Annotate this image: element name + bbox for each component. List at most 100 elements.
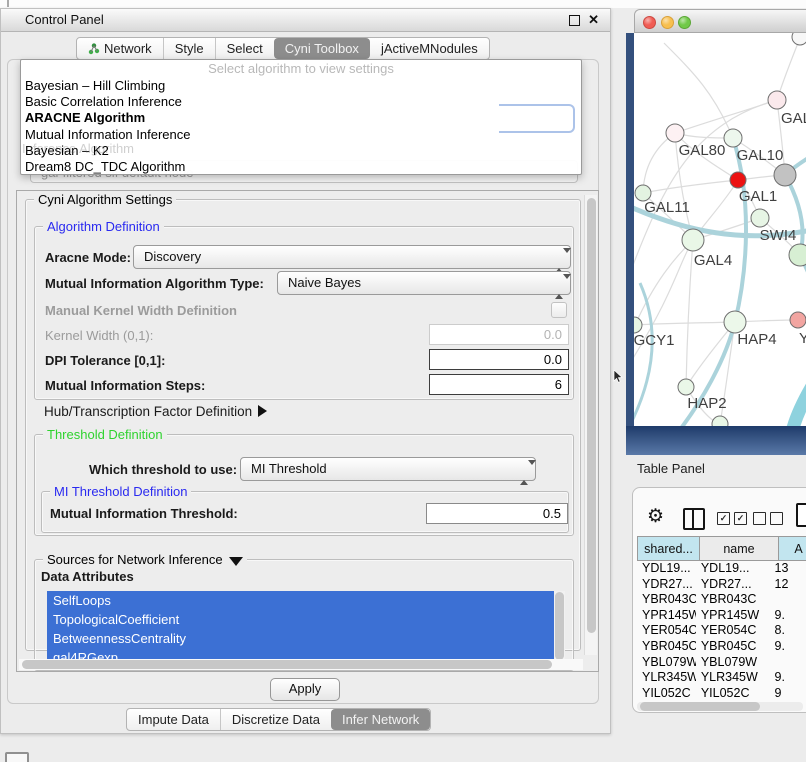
close-light[interactable] xyxy=(643,16,656,29)
column-header-shared[interactable]: shared... xyxy=(637,536,700,561)
table-row[interactable]: YER054CYER054C8. xyxy=(637,623,806,639)
combo-stepper-icon xyxy=(555,250,564,272)
table-row[interactable]: YPR145WYPR145W9. xyxy=(637,608,806,624)
hub-section-toggle[interactable]: Hub/Transcription Factor Definition xyxy=(44,404,267,419)
list-scrollbar-thumb[interactable] xyxy=(555,592,564,660)
column-header-name[interactable]: name xyxy=(700,536,779,561)
network-node-HAP2[interactable] xyxy=(678,379,694,395)
manual-kernel-checkbox[interactable] xyxy=(551,302,567,318)
network-window-border xyxy=(626,33,634,455)
tab-cyni-toolbox[interactable]: Cyni Toolbox xyxy=(274,38,370,59)
dpi-tolerance-field[interactable]: 0.0 xyxy=(429,349,569,370)
panel-restore-button[interactable] xyxy=(5,752,29,762)
network-node-GAL1[interactable] xyxy=(730,172,746,188)
attribute-item[interactable]: BetweennessCentrality xyxy=(47,629,554,648)
tab-style[interactable]: Style xyxy=(163,38,215,59)
network-node-node-bottom-cut[interactable] xyxy=(712,416,728,426)
table-row[interactable]: YLR345WYLR345W9. xyxy=(637,670,806,686)
network-node-node-gray[interactable] xyxy=(774,164,796,186)
table-cell: YDR27... xyxy=(637,577,696,593)
zoom-light[interactable] xyxy=(678,16,691,29)
network-node-SWI4[interactable] xyxy=(751,209,769,227)
table-cell: 8. xyxy=(770,623,806,639)
split-columns-icon[interactable] xyxy=(683,508,705,530)
sources-toggle[interactable]: Sources for Network Inference xyxy=(43,552,247,567)
table-row[interactable]: YIL052CYIL052C9 xyxy=(637,686,806,701)
algorithm-option[interactable]: Mutual Information Inference xyxy=(21,127,581,143)
table-row[interactable]: YBR043CYBR043C xyxy=(637,592,806,608)
network-node-HAP4[interactable] xyxy=(724,311,746,333)
table-cell: YER054C xyxy=(696,623,770,639)
float-window-icon[interactable] xyxy=(569,15,580,26)
attribute-item[interactable]: SelfLoops xyxy=(47,591,554,610)
network-node-GCY1[interactable] xyxy=(634,317,642,333)
tab-infer-network[interactable]: Infer Network xyxy=(331,709,430,730)
control-panel-title: Control Panel xyxy=(25,12,104,27)
hub-section-label: Hub/Transcription Factor Definition xyxy=(44,404,252,419)
table-panel-title: Table Panel xyxy=(637,461,705,476)
settings-vscrollbar-thumb[interactable] xyxy=(587,198,596,633)
tab-select[interactable]: Select xyxy=(215,38,274,59)
network-node-label-HAP2: HAP2 xyxy=(687,395,726,412)
table-cell: YLR345W xyxy=(696,670,770,686)
algorithm-option[interactable]: Basic Correlation Inference xyxy=(21,94,581,110)
table-cell: 9. xyxy=(770,608,806,624)
network-node-node-top-cut[interactable] xyxy=(792,33,806,45)
mi-type-label: Mutual Information Algorithm Type: xyxy=(45,276,264,291)
aracne-mode-label: Aracne Mode: xyxy=(45,250,131,265)
network-node-label-GCY1: GCY1 xyxy=(634,332,674,349)
network-view[interactable]: GALGAL80GAL10GAL1GAL11SWI4GAL4GCY1HAP4YH… xyxy=(634,33,806,426)
threshold-definition-group: Threshold Definition Which threshold to … xyxy=(34,434,574,536)
document-icon[interactable] xyxy=(796,503,806,527)
algorithm-option[interactable]: ARACNE Algorithm xyxy=(21,110,581,126)
table-cell: YBR043C xyxy=(696,592,770,608)
network-node-GAL80[interactable] xyxy=(666,124,684,142)
algorithm-option[interactable]: Dream8 DC_TDC Algorithm xyxy=(21,159,581,175)
network-node-GAL4[interactable] xyxy=(682,229,704,251)
tab-label: Impute Data xyxy=(138,712,209,727)
data-attributes-label: Data Attributes xyxy=(41,569,134,584)
table-row[interactable]: YBL079WYBL079W xyxy=(637,655,806,671)
network-node-node-salmon[interactable] xyxy=(790,312,806,328)
network-node-label-node-gal-partial: GAL xyxy=(781,110,806,127)
network-node-GAL10[interactable] xyxy=(724,129,742,147)
network-node-node-gal-partial[interactable] xyxy=(768,91,786,109)
attribute-item[interactable]: TopologicalCoefficient xyxy=(47,610,554,629)
network-edge xyxy=(686,240,693,387)
checked-pair-icon[interactable]: ✓✓ xyxy=(717,512,747,525)
network-window-titlebar[interactable] xyxy=(634,9,806,33)
which-threshold-combo[interactable]: MI Threshold xyxy=(240,457,536,481)
table-row[interactable]: YDR27...YDR27...12 xyxy=(637,577,806,593)
network-icon xyxy=(88,41,104,56)
apply-button[interactable]: Apply xyxy=(270,678,340,701)
table-row[interactable]: YBR045CYBR045C9. xyxy=(637,639,806,655)
tab-impute-data[interactable]: Impute Data xyxy=(127,709,220,730)
mi-threshold-field[interactable]: 0.5 xyxy=(426,503,568,524)
table-cell: YBR045C xyxy=(637,639,696,655)
algorithm-option[interactable]: Bayesian – K2 xyxy=(21,143,581,159)
kernel-width-field[interactable]: 0.0 xyxy=(429,324,569,345)
mi-threshold-label: Mutual Information Threshold: xyxy=(50,506,238,521)
close-icon[interactable]: ✕ xyxy=(588,12,599,28)
column-header-A[interactable]: A xyxy=(779,536,806,561)
mi-type-value: Naive Bayes xyxy=(288,275,361,290)
tab-network[interactable]: Network xyxy=(77,38,163,59)
minimize-light[interactable] xyxy=(661,16,674,29)
expanded-arrow-icon xyxy=(229,557,243,566)
tab-jactivemnodules[interactable]: jActiveMNodules xyxy=(370,38,489,59)
table-cell xyxy=(770,655,806,671)
mi-steps-field[interactable]: 6 xyxy=(429,374,569,395)
mi-type-combo[interactable]: Naive Bayes xyxy=(277,271,571,295)
aracne-mode-combo[interactable]: Discovery xyxy=(133,245,571,269)
gear-icon[interactable]: ⚙ xyxy=(647,505,664,528)
network-node-node-green-right[interactable] xyxy=(789,244,806,266)
tab-discretize-data[interactable]: Discretize Data xyxy=(220,709,331,730)
table-row[interactable]: YDL19...YDL19...13 xyxy=(637,561,806,577)
settings-hscrollbar-thumb[interactable] xyxy=(22,660,552,669)
table-hscrollbar-thumb[interactable] xyxy=(640,702,760,711)
algorithm-option[interactable]: Bayesian – Hill Climbing xyxy=(21,78,581,94)
control-panel-titlebar: Control Panel ✕ xyxy=(1,9,610,32)
unchecked-pair-icon[interactable] xyxy=(753,512,783,525)
settings-vscrollbar xyxy=(584,195,597,655)
table-header: shared...nameA xyxy=(637,536,806,561)
